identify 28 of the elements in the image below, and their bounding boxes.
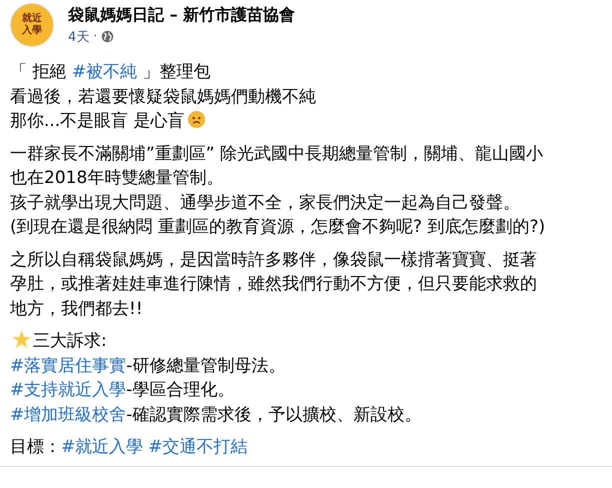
- hashtag-link[interactable]: #交通不打結: [148, 437, 248, 457]
- hashtag-link[interactable]: #支持就近入學: [10, 380, 126, 400]
- post-text: 三大訴求:: [10, 329, 107, 354]
- hashtag-link[interactable]: #被不純: [72, 62, 138, 82]
- post-text: 孩子就學出現大問題、通學步道不全，家長們決定一起為自己發聲。: [10, 192, 520, 214]
- hashtag-link[interactable]: #落實居住事實: [10, 356, 126, 376]
- separator-dot: ·: [93, 29, 98, 44]
- post-text: 也在2018年時雙總量管制。: [10, 167, 224, 190]
- frowning-face-icon: [186, 110, 206, 129]
- post-text: #增加班級校舍-確認實際需求後，予以擴校、新設校。: [10, 404, 422, 426]
- post-time[interactable]: 4天: [68, 28, 90, 46]
- star-icon: [12, 330, 31, 349]
- post-text: 一群家長不滿關埔”重劃區” 除光武國中長期總量管制，關埔、龍山國小: [10, 142, 544, 166]
- post-text: 之所以自稱袋鼠媽媽，是因當時許多夥伴，像袋鼠一樣揹著寶寶、挺著: [10, 248, 537, 272]
- avatar[interactable]: 就近 入學: [10, 3, 54, 47]
- post-text: (到現在還是很納悶 重劃區的教育資源，怎麼會不夠呢? 到底怎麼劃的?): [10, 216, 546, 239]
- post-text: 孕肚，或推著娃娃車進行陳情，雖然我們行動不方便，但只要能求救的: [10, 273, 537, 296]
- globe-icon[interactable]: [101, 30, 114, 43]
- author-name[interactable]: 袋鼠媽媽日記 – 新竹市護苗協會: [68, 4, 296, 26]
- post-text: #落實居住事實-研修總量管制母法。: [10, 354, 286, 378]
- post-text: 地方，我們都去!!: [10, 298, 143, 320]
- post-text: 「 拒絕 #被不純 」整理包: [10, 61, 210, 84]
- hashtag-link[interactable]: #就近入學: [61, 437, 144, 457]
- post-text: #支持就近入學-學區合理化。: [10, 379, 234, 402]
- post-text: 那你...不是眼盲 是心盲: [10, 109, 208, 134]
- hashtag-link[interactable]: #增加班級校舍: [10, 404, 126, 424]
- post-text: 看過後，若還要懷疑袋鼠媽媽們動機不純: [10, 86, 316, 108]
- post-text: 目標：#就近入學 #交通不打結: [10, 436, 248, 459]
